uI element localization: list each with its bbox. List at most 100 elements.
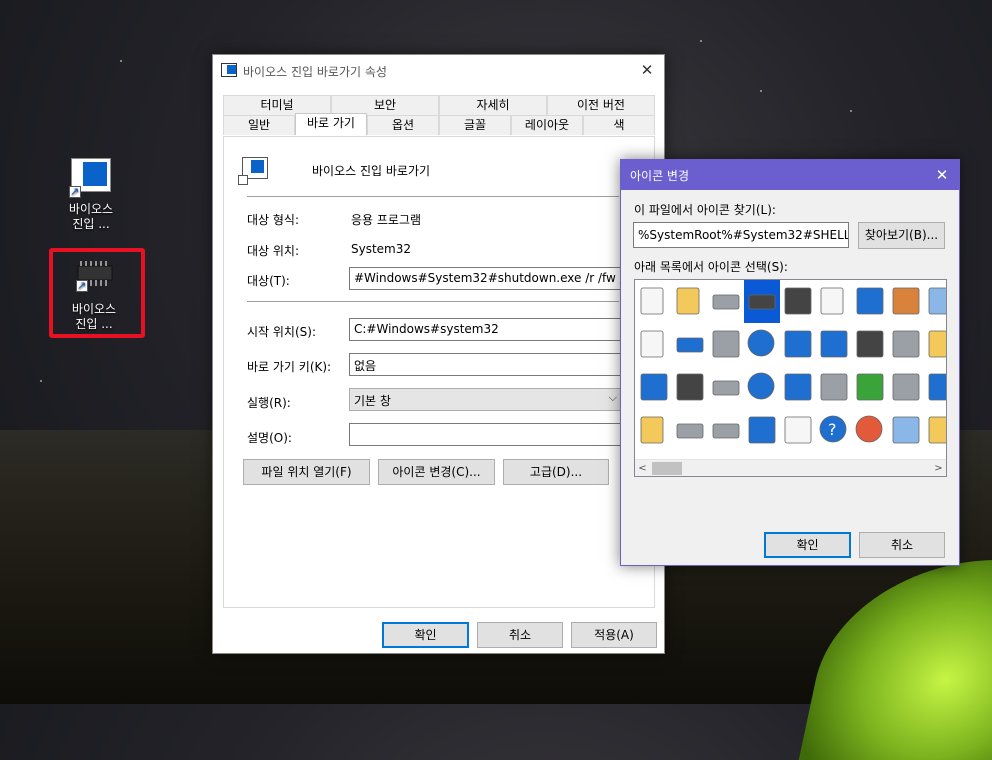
cd-drive-icon[interactable] (712, 423, 740, 439)
target-label: 대상(T): (247, 274, 290, 288)
wallpaper-star (120, 60, 122, 62)
window-icon[interactable] (640, 373, 668, 401)
network-tree-icon[interactable] (784, 373, 812, 401)
advanced-button[interactable]: 고급(D)... (503, 459, 609, 485)
start-in-field[interactable]: C:#Windows#system32 (349, 318, 622, 341)
svg-text:?: ? (828, 420, 837, 439)
icon-list[interactable]: ? < > (634, 279, 947, 477)
help-icon[interactable]: ? (819, 415, 847, 443)
run-value: 기본 창 (354, 394, 391, 408)
target-location-label: 대상 위치: (247, 244, 300, 258)
display-icon[interactable] (856, 287, 884, 315)
earth-icon[interactable] (747, 372, 775, 400)
text-document-icon[interactable] (640, 330, 664, 358)
change-icon-titlebar[interactable]: 아이콘 변경 ✕ (621, 160, 959, 190)
target-field[interactable]: #Windows#System32#shutdown.exe /r /fw /t… (349, 267, 622, 290)
tab-shortcut[interactable]: 바로 가기 (295, 113, 367, 135)
separator (247, 301, 619, 302)
window-icon (221, 63, 237, 77)
tab-colors[interactable]: 색 (583, 115, 655, 135)
start-in-label: 시작 위치(S): (247, 325, 316, 339)
notepad-grid-icon[interactable] (784, 416, 812, 444)
apply-button[interactable]: 적용(A) (571, 622, 657, 648)
blank-document-icon[interactable] (640, 287, 664, 315)
disk-drive-icon[interactable] (676, 423, 704, 439)
shortcut-tab-panel: 바이오스 진입 바로가기 대상 형식: 응용 프로그램 대상 위치: Syste… (223, 136, 655, 608)
recycle-icon[interactable] (928, 287, 946, 315)
document-clock-icon[interactable] (820, 287, 844, 315)
shortcut-name: 바이오스 진입 바로가기 (312, 164, 431, 178)
recycle-bin-icon[interactable] (892, 416, 920, 444)
horizontal-scrollbar[interactable]: < > (635, 459, 946, 476)
power-icon[interactable] (855, 415, 883, 443)
hand-icon[interactable] (892, 287, 920, 315)
target-type-label: 대상 형식: (247, 213, 300, 227)
shortcut-key-field[interactable]: 없음 (349, 353, 622, 376)
tab-previous-versions[interactable]: 이전 버전 (547, 95, 655, 115)
control-panel-icon[interactable] (820, 330, 848, 358)
look-in-label: 이 파일에서 아이콘 찾기(L): (634, 203, 776, 217)
desktop-label: 바이오스 (68, 202, 114, 216)
folder-icon[interactable] (676, 287, 700, 315)
wallpaper-star (700, 40, 702, 42)
select-icon-label: 아래 목록에서 아이콘 선택(S): (634, 260, 788, 274)
wallpaper-star (850, 110, 852, 112)
icon-grid: ? (640, 280, 946, 444)
printer-icon[interactable] (784, 287, 812, 315)
tab-layout[interactable]: 레이아웃 (511, 115, 583, 135)
change-icon-dialog: 아이콘 변경 ✕ 이 파일에서 아이콘 찾기(L): %SystemRoot%#… (620, 159, 960, 566)
folder-zip-icon[interactable] (928, 330, 946, 358)
tab-font[interactable]: 글꼴 (439, 115, 511, 135)
close-icon[interactable]: ✕ (931, 165, 953, 185)
shortcut-arrow-icon[interactable] (892, 330, 920, 358)
cancel-button[interactable]: 취소 (859, 532, 945, 558)
icon-path-field[interactable]: %SystemRoot%#System32#SHELL32.dll (633, 222, 849, 248)
comment-label: 설명(O): (247, 431, 292, 445)
shortcut-window-icon (69, 158, 113, 199)
run-select[interactable]: 기본 창 ⌵ (349, 388, 622, 411)
network-icon[interactable] (784, 330, 812, 358)
chip-icon[interactable] (744, 280, 780, 323)
key-folder-icon[interactable] (928, 416, 946, 444)
green-arrow-icon[interactable] (856, 373, 884, 401)
cancel-button[interactable]: 취소 (477, 622, 563, 648)
tab-options[interactable]: 옵션 (367, 115, 439, 135)
selection-highlight (49, 248, 145, 338)
server-icon[interactable] (712, 330, 740, 358)
tab-terminal[interactable]: 터미널 (223, 95, 331, 115)
folder-yellow-icon[interactable] (640, 416, 664, 444)
floppy-icon[interactable] (676, 373, 704, 401)
desktop-label: 진입 ... (72, 217, 110, 231)
scroll-right-icon[interactable]: > (931, 460, 946, 476)
close-icon[interactable]: ✕ (636, 60, 658, 80)
open-file-location-button[interactable]: 파일 위치 열기(F) (243, 459, 370, 485)
magnifier-icon[interactable] (820, 373, 848, 401)
scroll-left-icon[interactable]: < (635, 460, 650, 476)
shortcut-window-icon (238, 157, 270, 185)
tab-details[interactable]: 자세히 (439, 95, 547, 115)
camera-icon[interactable] (856, 330, 884, 358)
change-icon-title: 아이콘 변경 (630, 169, 690, 183)
scroll-thumb[interactable] (652, 462, 682, 475)
drive-icon[interactable] (712, 294, 740, 310)
run-label: 실행(R): (247, 396, 291, 410)
drive-error-icon[interactable] (712, 380, 740, 396)
properties-title: 바이오스 진입 바로가기 속성 (243, 65, 387, 79)
ok-button[interactable]: 확인 (764, 532, 851, 558)
clock-small-icon[interactable] (892, 373, 920, 401)
network-drive-icon[interactable] (676, 337, 704, 353)
desktop-shortcut-1[interactable]: 바이오스 진입 ... (51, 158, 131, 232)
browse-button[interactable]: 찾아보기(B)... (858, 222, 945, 249)
tab-general[interactable]: 일반 (223, 115, 295, 135)
blue-square-icon[interactable] (928, 373, 946, 401)
ok-button[interactable]: 확인 (382, 622, 469, 648)
properties-tabs: 터미널 보안 자세히 이전 버전 일반 바로 가기 옵션 글꼴 레이아웃 색 (223, 95, 655, 135)
comment-field[interactable] (349, 423, 622, 446)
change-icon-button[interactable]: 아이콘 변경(C)... (378, 459, 495, 485)
monitor-icon[interactable] (748, 416, 776, 444)
globe-ie-icon[interactable] (747, 329, 775, 357)
target-location-value: System32 (351, 242, 412, 256)
tab-security[interactable]: 보안 (331, 95, 439, 115)
properties-window: 바이오스 진입 바로가기 속성 ✕ 터미널 보안 자세히 이전 버전 일반 바로… (212, 54, 665, 654)
properties-titlebar[interactable]: 바이오스 진입 바로가기 속성 ✕ (213, 55, 664, 86)
